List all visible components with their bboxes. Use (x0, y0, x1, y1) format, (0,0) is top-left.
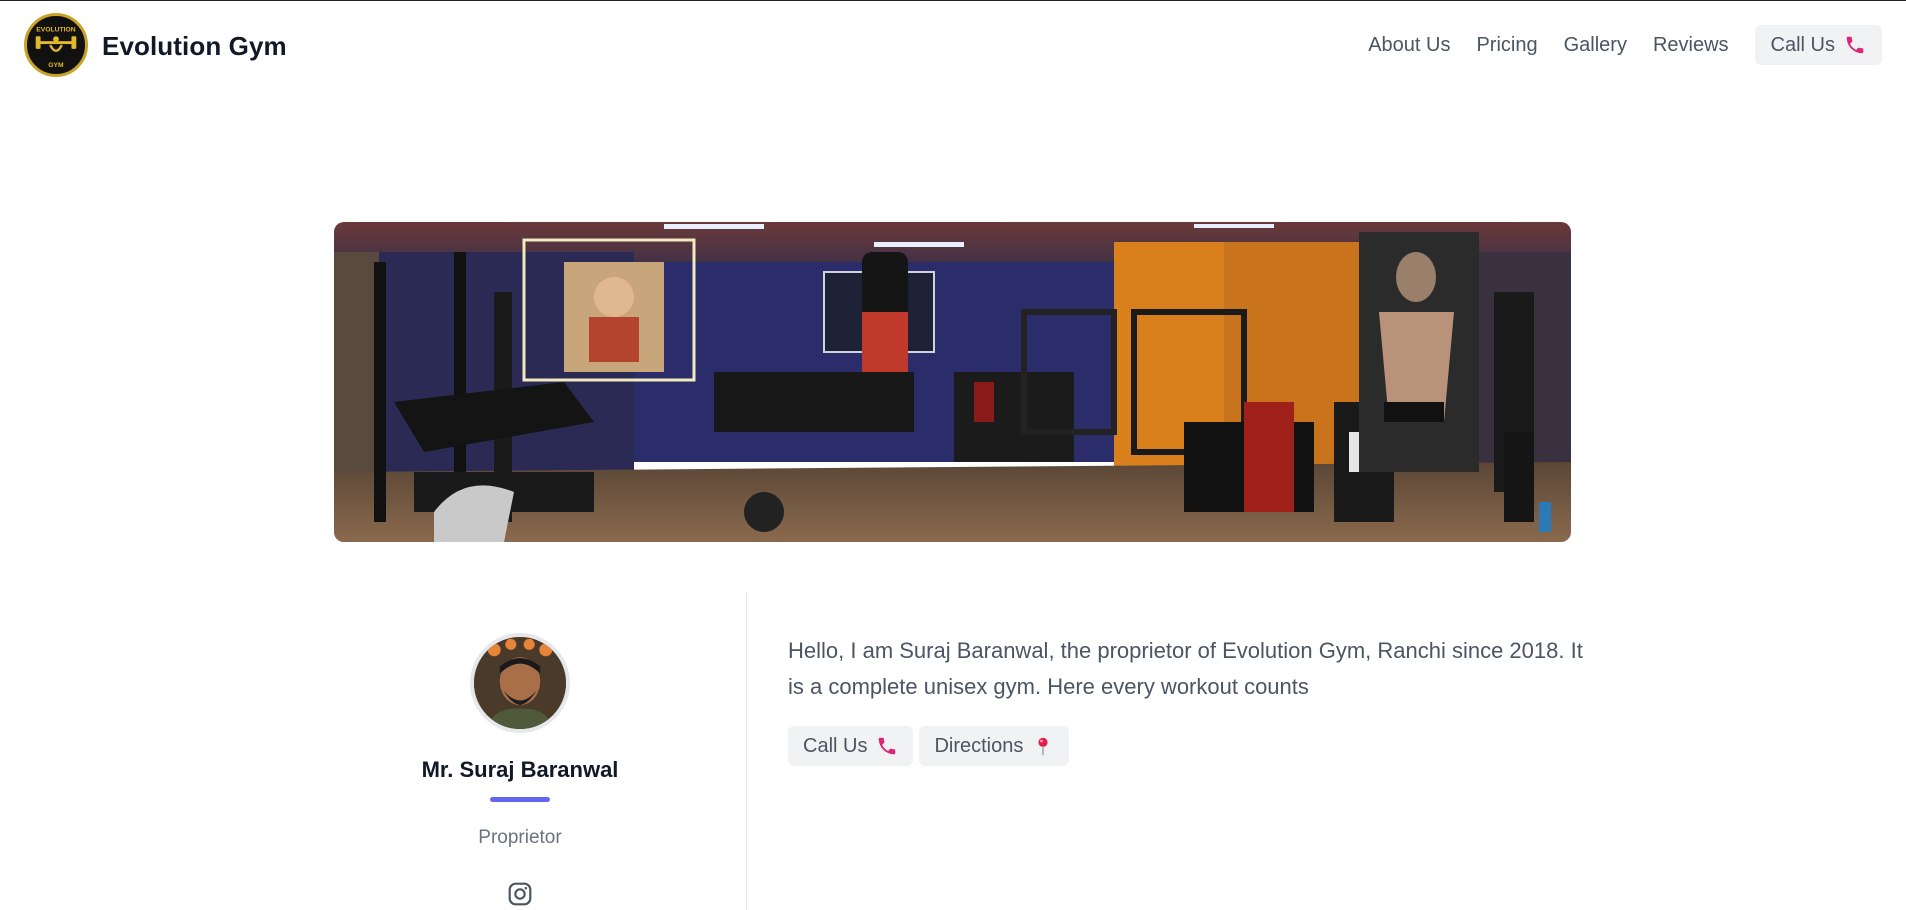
gym-logo[interactable]: EVOLUTION GYM (24, 13, 88, 77)
name-accent-underline (490, 797, 550, 802)
phone-icon (879, 737, 896, 755)
dumbbell-logo-icon: EVOLUTION GYM (27, 16, 85, 74)
site-header: EVOLUTION GYM Evolution Gym About Us Pri… (0, 1, 1906, 91)
directions-button[interactable]: Directions (919, 726, 1070, 766)
call-us-label: Call Us (803, 734, 868, 757)
map-pin-icon (1038, 737, 1048, 756)
gym-interior-photo (334, 222, 1571, 542)
header-call-label: Call Us (1770, 33, 1835, 56)
directions-label: Directions (934, 734, 1024, 757)
call-us-button[interactable]: Call Us (788, 726, 914, 766)
main-nav: About Us Pricing Gallery Reviews Call Us (1368, 25, 1882, 65)
nav-gallery[interactable]: Gallery (1564, 34, 1627, 57)
brand-name[interactable]: Evolution Gym (102, 31, 287, 62)
svg-text:GYM: GYM (48, 62, 64, 69)
profile-actions: Call Us Directions (788, 726, 1075, 766)
header-call-button[interactable]: Call Us (1754, 25, 1882, 65)
proprietor-name: Mr. Suraj Baranwal (421, 757, 619, 782)
proprietor-bio: Hello, I am Suraj Baranwal, the propriet… (788, 638, 1583, 699)
nav-reviews[interactable]: Reviews (1653, 34, 1729, 57)
proprietor-role: Proprietor (478, 827, 562, 848)
svg-text:EVOLUTION: EVOLUTION (36, 26, 76, 33)
proprietor-avatar (470, 633, 570, 733)
gym-hero-image (334, 222, 1571, 542)
section-divider (746, 592, 747, 910)
proprietor-photo (474, 637, 566, 729)
nav-about-us[interactable]: About Us (1368, 34, 1450, 57)
page: EVOLUTION GYM Evolution Gym About Us Pri… (0, 0, 1906, 910)
instagram-icon[interactable] (507, 881, 533, 907)
phone-icon (1846, 36, 1864, 54)
nav-pricing[interactable]: Pricing (1476, 34, 1537, 57)
